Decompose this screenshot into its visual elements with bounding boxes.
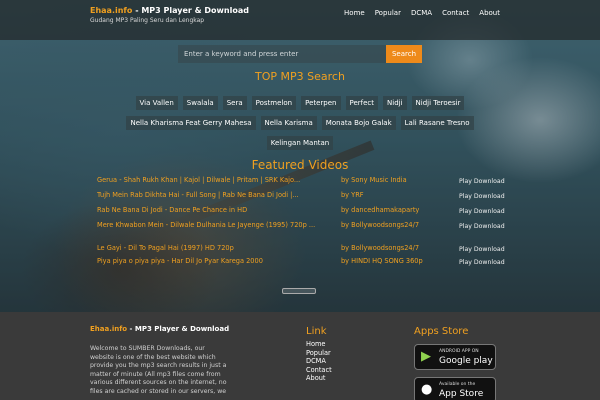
tag-item[interactable]: Kelingan Mantan [266,136,334,150]
video-channel: by Bollywoodsongs24/7 [341,244,420,252]
tag-item[interactable]: Nidji [383,96,407,110]
site-header: Ehaa.info - MP3 Player & Download Gudang… [0,0,600,40]
tag-item[interactable]: Nidji Teroesir [411,96,465,110]
footer-link-home[interactable]: Home [306,340,386,349]
video-row: Le Gayi - Dil To Pagal Hai (1997) HD 720… [97,244,507,257]
carousel-indicator[interactable] [282,288,316,294]
search-input[interactable] [178,45,386,63]
play-download-link[interactable]: Play Download [459,259,505,267]
play-download-link[interactable]: Play Download [459,178,505,186]
app-store-badge[interactable]: ● Available on the App Store [414,377,496,400]
brand-tagline: Gudang MP3 Paling Seru dan Lengkap [90,17,205,24]
video-row: Piya piya o piya piya - Har Dil Jo Pyar … [97,257,507,270]
google-play-badge[interactable]: ▶ ANDROID APP ON Google play [414,344,496,370]
video-title-link[interactable]: Rab Ne Bana Di Jodi - Dance Pe Chance in… [97,206,331,214]
tag-item[interactable]: Peterpen [301,96,341,110]
apple-icon: ● [421,382,433,397]
footer-apps: Apps Store ▶ ANDROID APP ON Google play … [414,326,514,400]
footer-brand: Ehaa.info - MP3 Player & Download [90,325,230,333]
featured-videos-title: Featured Videos [251,158,349,172]
tag-item[interactable]: Monata Bojo Galak [321,116,396,130]
video-title-link[interactable]: Gerua - Shah Rukh Khan | Kajol | Dilwale… [97,176,331,184]
footer-link-dcma[interactable]: DCMA [306,357,386,366]
video-row: Rab Ne Bana Di Jodi - Dance Pe Chance in… [97,206,507,221]
brand-suffix: - MP3 Player & Download [132,6,249,15]
tag-item[interactable]: Perfect [345,96,379,110]
brand[interactable]: Ehaa.info - MP3 Player & Download Gudang… [90,6,260,24]
play-download-link[interactable]: Play Download [459,223,505,231]
footer-about: Ehaa.info - MP3 Player & Download Welcom… [90,325,230,397]
apple-badge-big: App Store [439,389,484,399]
footer-link-popular[interactable]: Popular [306,349,386,358]
top-search-title: TOP MP3 Search [255,70,345,83]
video-title-link[interactable]: Tujh Mein Rab Dikhta Hai - Full Song | R… [97,191,331,199]
search-bar: Search [178,45,423,63]
footer-link-contact[interactable]: Contact [306,366,386,375]
apps-store-title: Apps Store [414,326,469,337]
tag-item[interactable]: Swalala [182,96,218,110]
video-row: Mere Khwabon Mein - Dilwale Dulhania Le … [97,221,507,244]
footer-about-text: Welcome to SUMBER Downloads, our website… [90,345,227,395]
video-title-link[interactable]: Mere Khwabon Mein - Dilwale Dulhania Le … [97,221,331,229]
tag-item[interactable]: Nella Kharisma Feat Gerry Mahesa [126,116,256,130]
nav-contact[interactable]: Contact [437,9,474,17]
search-button[interactable]: Search [386,45,422,63]
tag-item[interactable]: Postmelon [251,96,297,110]
footer-brand-suffix: - MP3 Player & Download [127,325,230,333]
nav-dcma[interactable]: DCMA [406,9,437,17]
tag-item[interactable]: Nella Karisma [260,116,317,130]
nav-about[interactable]: About [474,9,505,17]
nav-home[interactable]: Home [339,9,370,17]
play-download-link[interactable]: Play Download [459,193,505,201]
brand-title[interactable]: Ehaa.info - MP3 Player & Download [90,6,260,16]
brand-name: Ehaa.info [90,6,133,15]
top-search-tags: Via Vallen Swalala Sera Postmelon Peterp… [95,96,505,150]
google-badge-big: Google play [439,356,493,366]
video-row: Tujh Mein Rab Dikhta Hai - Full Song | R… [97,191,507,206]
footer-links-title: Link [306,326,327,337]
main-nav: Home Popular DCMA Contact About [339,9,505,17]
footer-link-about[interactable]: About [306,374,386,383]
play-download-link[interactable]: Play Download [459,208,505,216]
video-row: Gerua - Shah Rukh Khan | Kajol | Dilwale… [97,176,507,191]
play-download-link[interactable]: Play Download [459,246,505,254]
video-title-link[interactable]: Le Gayi - Dil To Pagal Hai (1997) HD 720… [97,244,331,252]
apple-badge-small: Available on the [439,382,476,387]
video-channel: by YRF [341,191,364,199]
tag-item[interactable]: Lali Rasane Tresno [400,116,474,130]
nav-popular[interactable]: Popular [370,9,406,17]
footer-links: Link Home Popular DCMA Contact About [306,326,386,383]
footer-links-list: Home Popular DCMA Contact About [306,340,386,383]
footer-brand-name: Ehaa.info [90,325,128,333]
video-channel: by HINDI HQ SONG 360p [341,257,423,265]
google-badge-small: ANDROID APP ON [439,349,479,354]
tag-item[interactable]: Sera [222,96,247,110]
video-channel: by dancedhamakaparty [341,206,420,214]
featured-videos-list: Gerua - Shah Rukh Khan | Kajol | Dilwale… [97,176,507,270]
tag-item[interactable]: Via Vallen [135,96,178,110]
play-store-icon: ▶ [421,349,431,364]
video-channel: by Bollywoodsongs24/7 [341,221,420,229]
site-footer: Ehaa.info - MP3 Player & Download Welcom… [0,312,600,400]
video-channel: by Sony Music India [341,176,407,184]
video-title-link[interactable]: Piya piya o piya piya - Har Dil Jo Pyar … [97,257,331,265]
